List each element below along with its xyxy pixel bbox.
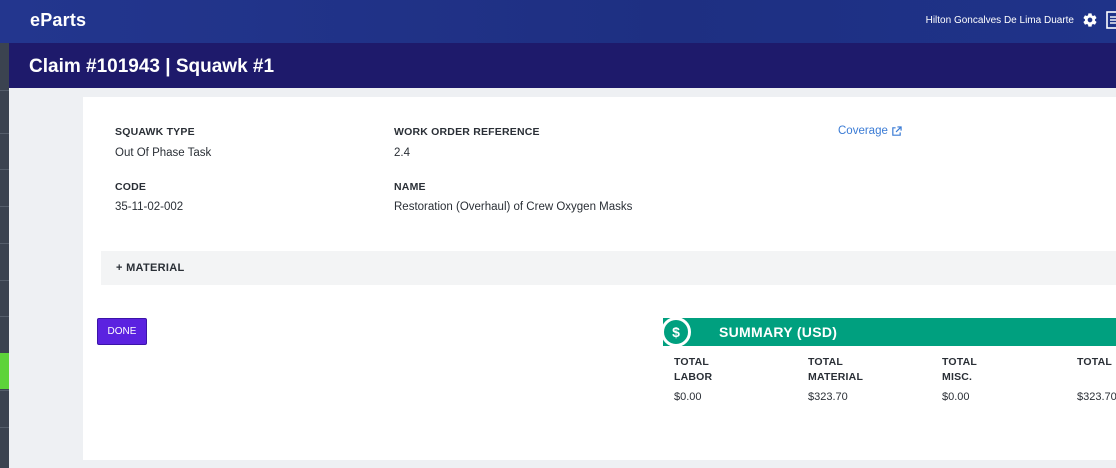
- summary-label-line: MATERIAL: [808, 371, 864, 383]
- user-name[interactable]: Hilton Goncalves De Lima Duarte: [926, 15, 1074, 26]
- external-link-icon: [892, 125, 902, 136]
- summary-header: $ SUMMARY (USD): [661, 317, 1116, 347]
- summary-total-misc: TOTAL MISC. $0.00: [942, 355, 1062, 403]
- summary-total-material: TOTAL MATERIAL $323.70: [808, 355, 928, 403]
- work-order-value: 2.4: [394, 147, 410, 159]
- strip-divider: [0, 169, 9, 170]
- code-label: CODE: [115, 181, 147, 193]
- summary-label-line: MISC.: [942, 371, 973, 383]
- summary-label-line: TOTAL: [1077, 356, 1113, 368]
- page-title-bar: Claim #101943 | Squawk #1: [9, 43, 1116, 88]
- document-icon[interactable]: [1106, 11, 1116, 29]
- coverage-link-label: Coverage: [838, 125, 888, 137]
- gear-icon[interactable]: [1082, 12, 1098, 28]
- app-logo[interactable]: eParts: [30, 10, 86, 31]
- strip-divider: [0, 280, 9, 281]
- summary-label-line: TOTAL: [808, 356, 844, 368]
- strip-divider: [0, 316, 9, 317]
- summary-value: $0.00: [674, 391, 702, 403]
- strip-divider: [0, 133, 9, 134]
- left-sidebar-strip: [0, 0, 9, 468]
- summary-value: $0.00: [942, 391, 970, 403]
- material-section-toggle[interactable]: + MATERIAL: [101, 251, 1116, 285]
- strip-divider: [0, 243, 9, 244]
- squawk-type-label: SQUAWK TYPE: [115, 126, 195, 138]
- material-toggle-label: + MATERIAL: [116, 262, 185, 274]
- summary-value: $323.70: [808, 391, 848, 403]
- summary-grand-total: TOTAL $323.70: [1077, 355, 1116, 403]
- strip-divider: [0, 206, 9, 207]
- strip-active-indicator[interactable]: [0, 353, 9, 389]
- summary-title: SUMMARY (USD): [719, 324, 838, 340]
- top-navbar: eParts Hilton Goncalves De Lima Duarte: [0, 0, 1116, 43]
- strip-divider: [0, 390, 9, 391]
- dollar-icon: $: [661, 317, 691, 347]
- summary-label-line: TOTAL: [942, 356, 978, 368]
- name-label: NAME: [394, 181, 426, 193]
- summary-total-labor: TOTAL LABOR $0.00: [674, 355, 794, 403]
- coverage-link[interactable]: Coverage: [838, 125, 902, 137]
- code-value: 35-11-02-002: [115, 201, 184, 213]
- summary-label-line: TOTAL: [674, 356, 710, 368]
- work-order-label: WORK ORDER REFERENCE: [394, 126, 540, 138]
- done-button[interactable]: DONE: [97, 318, 147, 345]
- page-title: Claim #101943 | Squawk #1: [29, 56, 275, 77]
- squawk-type-value: Out Of Phase Task: [115, 147, 212, 159]
- strip-divider: [0, 427, 9, 428]
- strip-divider: [0, 90, 9, 91]
- squawk-detail-card: SQUAWK TYPE Out Of Phase Task WORK ORDER…: [83, 97, 1116, 460]
- summary-value: $323.70: [1077, 391, 1116, 403]
- summary-label-line: LABOR: [674, 371, 713, 383]
- name-value: Restoration (Overhaul) of Crew Oxygen Ma…: [394, 201, 633, 213]
